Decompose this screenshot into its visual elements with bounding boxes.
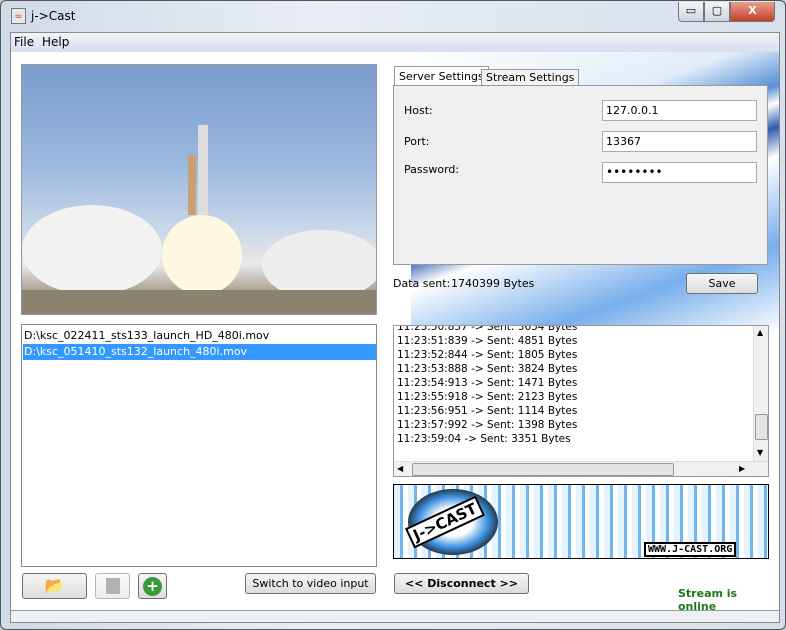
log-line: 11:23:53:888 -> Sent: 3824 Bytes <box>397 363 578 375</box>
host-input[interactable]: 127.0.0.1 <box>602 100 757 121</box>
save-button[interactable]: Save <box>686 273 758 294</box>
menu-help[interactable]: Help <box>42 35 69 49</box>
floppy-disk-icon <box>105 578 120 594</box>
log-line: 11:23:52:844 -> Sent: 1805 Bytes <box>397 349 578 361</box>
tab-server-settings[interactable]: Server Settings <box>394 66 489 87</box>
server-settings-panel: Host: 127.0.0.1 Port: 13367 Password: ••… <box>393 85 768 265</box>
log-line: 11:23:59:04 -> Sent: 3351 Bytes <box>397 433 571 445</box>
log-area[interactable]: 11:23:50:837 -> Sent: 3654 Bytes 11:23:5… <box>393 325 769 477</box>
menu-file[interactable]: File <box>14 35 34 49</box>
scroll-left-icon[interactable]: ◀ <box>397 464 403 473</box>
java-icon: ☕ <box>11 8 26 24</box>
status-bar <box>11 610 779 622</box>
scroll-thumb[interactable] <box>755 414 768 440</box>
vertical-scrollbar[interactable]: ▲ ▼ <box>753 326 768 461</box>
jcast-banner: J->CAST WWW.J-CAST.ORG <box>393 484 769 559</box>
port-input[interactable]: 13367 <box>602 131 757 152</box>
log-line: 11:23:57:992 -> Sent: 1398 Bytes <box>397 419 578 431</box>
video-preview <box>21 64 377 315</box>
scroll-up-icon[interactable]: ▲ <box>757 328 763 337</box>
host-label: Host: <box>404 104 433 117</box>
open-folder-button[interactable]: 📂 <box>22 573 87 599</box>
close-button[interactable]: X <box>730 2 775 22</box>
log-line: 11:23:50:837 -> Sent: 3654 Bytes <box>397 325 578 333</box>
scroll-right-icon[interactable]: ▶ <box>739 464 745 473</box>
rocket-launch-image <box>22 125 376 314</box>
app-window: ☕ j->Cast ▭ ▢ X File Help D:\ksc_022411_… <box>0 0 786 630</box>
switch-video-input-button[interactable]: Switch to video input <box>245 573 376 594</box>
plus-icon: + <box>143 577 162 596</box>
main-panel: File Help D:\ksc_022411_sts133_launch_HD… <box>10 32 780 623</box>
log-line: 11:23:51:839 -> Sent: 4851 Bytes <box>397 335 578 347</box>
banner-url: WWW.J-CAST.ORG <box>644 542 737 557</box>
log-line: 11:23:55:918 -> Sent: 2123 Bytes <box>397 391 578 403</box>
data-sent-label: Data sent: <box>393 277 451 290</box>
file-list[interactable]: D:\ksc_022411_sts133_launch_HD_480i.mov … <box>21 324 377 567</box>
scroll-down-icon[interactable]: ▼ <box>757 448 763 457</box>
save-file-button[interactable] <box>95 573 130 599</box>
password-label: Password: <box>404 163 460 176</box>
data-sent-value: 1740399 Bytes <box>451 277 535 290</box>
password-input[interactable]: •••••••• <box>602 162 757 183</box>
scroll-thumb[interactable] <box>412 463 674 476</box>
horizontal-scrollbar[interactable]: ◀ ▶ <box>394 461 768 476</box>
add-file-button[interactable]: + <box>138 573 167 599</box>
folder-open-icon: 📂 <box>44 576 65 595</box>
list-item[interactable]: D:\ksc_022411_sts133_launch_HD_480i.mov <box>23 328 376 344</box>
port-label: Port: <box>404 135 430 148</box>
menu-bar: File Help <box>11 33 779 52</box>
log-line: 11:23:54:913 -> Sent: 1471 Bytes <box>397 377 578 389</box>
maximize-button[interactable]: ▢ <box>704 2 730 22</box>
list-item-selected[interactable]: D:\ksc_051410_sts132_launch_480i.mov <box>23 344 376 360</box>
disconnect-button[interactable]: << Disconnect >> <box>394 573 529 594</box>
window-title: j->Cast <box>31 9 76 23</box>
minimize-button[interactable]: ▭ <box>678 2 704 22</box>
log-line: 11:23:56:951 -> Sent: 1114 Bytes <box>397 405 578 417</box>
